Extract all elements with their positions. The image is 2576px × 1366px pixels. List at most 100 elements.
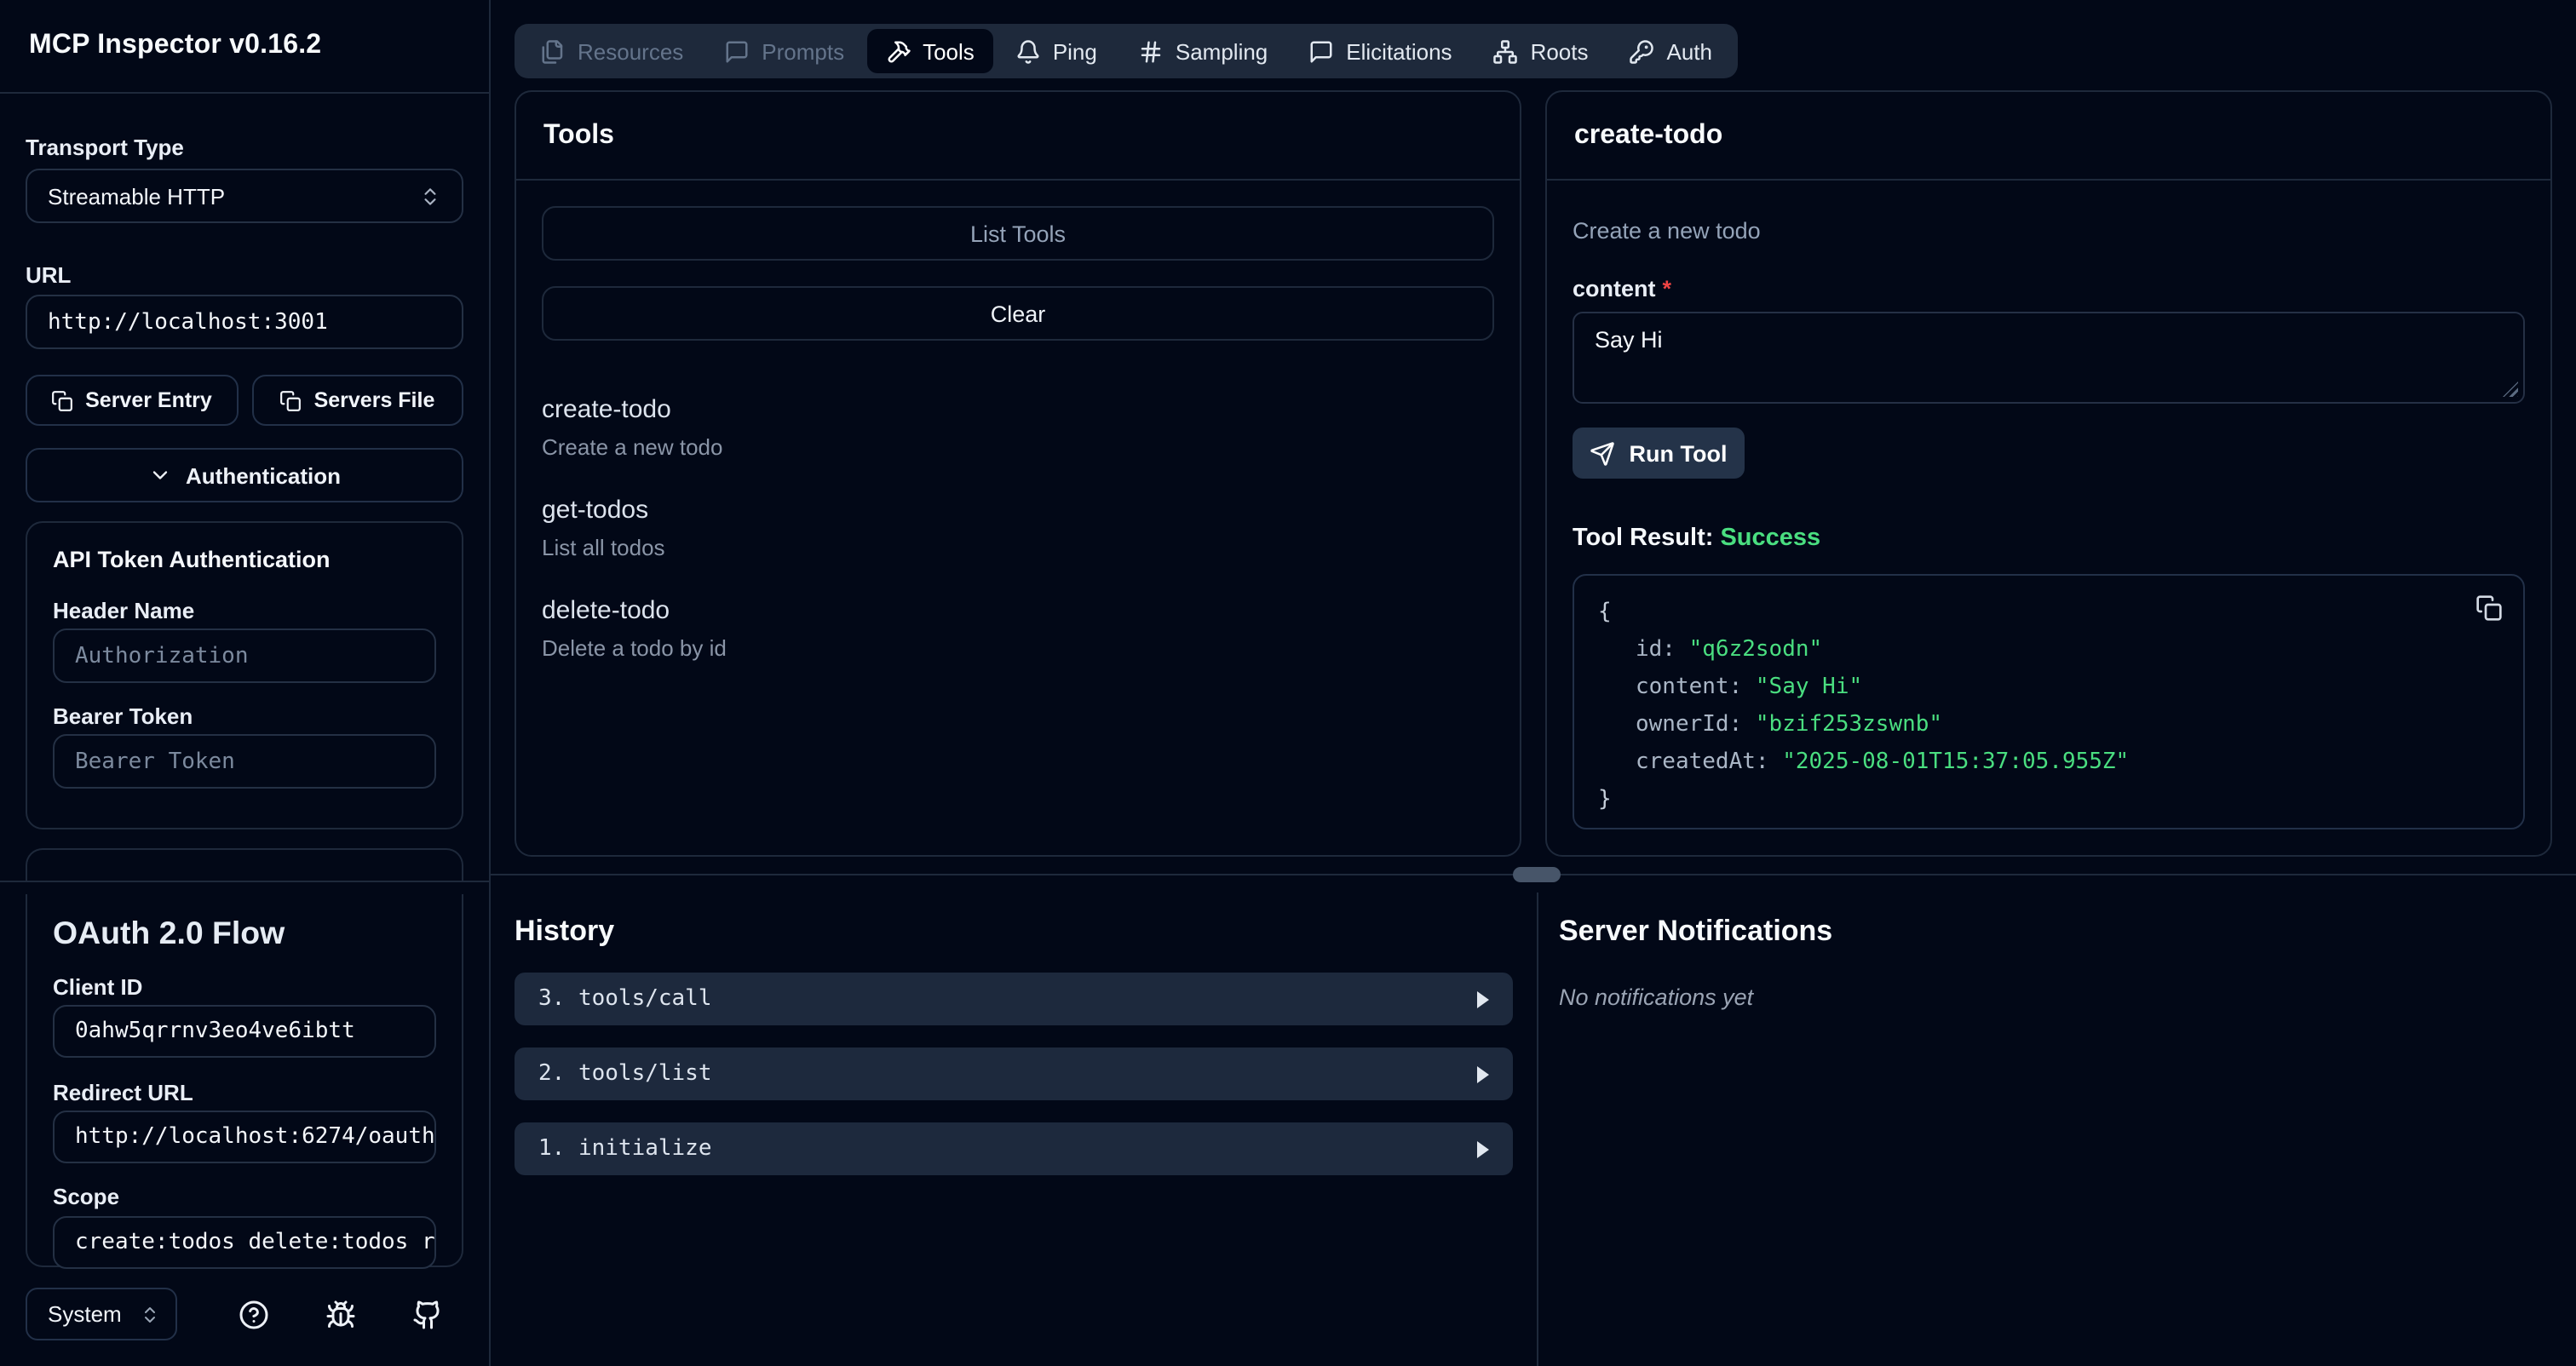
split-drag-handle[interactable] [1513, 867, 1561, 882]
mcp-inspector-app: MCP Inspector v0.16.2 Transport Type Str… [0, 0, 2576, 1366]
theme-select-value: System [48, 1301, 122, 1327]
json-value: "Say Hi" [1742, 674, 1862, 700]
send-icon [1590, 440, 1616, 466]
run-pane-title: create-todo [1547, 92, 2550, 181]
scope-input[interactable]: create:todos delete:todos re [53, 1216, 436, 1269]
transport-type-value: Streamable HTTP [48, 183, 225, 209]
tab-sampling[interactable]: Sampling [1119, 29, 1286, 73]
tool-result-label: Tool Result: Success [1573, 525, 2525, 552]
expand-caret-icon [1477, 1065, 1489, 1082]
tool-name: create-todo [542, 395, 1494, 424]
bell-icon [1015, 38, 1041, 64]
history-row-label: 3. tools/call [538, 986, 712, 1012]
header-name-placeholder: Authorization [75, 643, 249, 669]
tool-list-item[interactable]: get-todos List all todos [542, 496, 1494, 560]
list-tools-button[interactable]: List Tools [542, 206, 1494, 261]
message-square-icon [724, 38, 750, 64]
tab-elicitations[interactable]: Elicitations [1290, 29, 1470, 73]
theme-select[interactable]: System [26, 1288, 177, 1340]
sidebar: MCP Inspector v0.16.2 Transport Type Str… [0, 0, 491, 1366]
tab-label: Elicitations [1346, 38, 1452, 64]
resize-handle[interactable] [2503, 382, 2518, 397]
hammer-icon [885, 38, 911, 64]
history-row-label: 1. initialize [538, 1136, 712, 1162]
servers-file-label: Servers File [314, 388, 435, 412]
history-row-label: 2. tools/list [538, 1061, 712, 1087]
tab-label: Tools [923, 38, 975, 64]
bug-icon[interactable] [325, 1299, 356, 1329]
tab-tools[interactable]: Tools [866, 29, 993, 73]
url-value: http://localhost:3001 [48, 309, 328, 335]
clear-button[interactable]: Clear [542, 286, 1494, 341]
server-entry-button[interactable]: Server Entry [26, 375, 238, 426]
tools-pane-body: List Tools Clear create-todo Create a ne… [516, 181, 1520, 855]
help-icon[interactable] [239, 1299, 269, 1329]
oauth-flow-card: OAuth 2.0 Flow Client ID 0ahw5qrrnv3eo4v… [26, 894, 463, 1267]
content-value: Say Hi [1595, 327, 1663, 353]
hash-icon [1138, 38, 1164, 64]
transport-type-select[interactable]: Streamable HTTP [26, 169, 463, 223]
tab-auth[interactable]: Auth [1611, 29, 1732, 73]
tab-label: Auth [1667, 38, 1713, 64]
tab-roots[interactable]: Roots [1475, 29, 1607, 73]
history-row[interactable]: 3. tools/call [515, 973, 1513, 1025]
tool-result-json: { id: "q6z2sodn" content: "Say Hi" owner… [1573, 574, 2525, 829]
tab-resources[interactable]: Resources [521, 29, 702, 73]
oauth-flow-title: OAuth 2.0 Flow [53, 915, 436, 952]
content-textarea[interactable]: Say Hi [1573, 312, 2525, 404]
sidebar-scroll-area[interactable]: Transport Type Streamable HTTP URL http:… [0, 94, 489, 882]
expand-caret-icon [1477, 990, 1489, 1007]
servers-file-button[interactable]: Servers File [251, 375, 463, 426]
tool-list-item[interactable]: create-todo Create a new todo [542, 395, 1494, 460]
tab-label: Prompts [762, 38, 844, 64]
authentication-toggle[interactable]: Authentication [26, 448, 463, 502]
api-token-auth-title: API Token Authentication [53, 547, 436, 572]
result-status: Success [1720, 525, 1820, 552]
history-row[interactable]: 1. initialize [515, 1122, 1513, 1175]
history-title: History [515, 915, 1513, 949]
required-asterisk: * [1663, 276, 1672, 301]
chevron-down-icon [148, 463, 172, 487]
json-field: id: "q6z2sodn" [1598, 632, 2499, 669]
redirect-url-input[interactable]: http://localhost:6274/oauth/ [53, 1111, 436, 1163]
json-close-brace: } [1598, 782, 2499, 819]
header-name-input[interactable]: Authorization [53, 628, 436, 683]
param-label-text: content [1573, 276, 1656, 301]
sidebar-bottom-section: OAuth 2.0 Flow Client ID 0ahw5qrrnv3eo4v… [0, 882, 489, 1366]
client-id-input[interactable]: 0ahw5qrrnv3eo4ve6ibtt [53, 1005, 436, 1058]
json-key: id: [1636, 637, 1676, 663]
key-icon [1630, 38, 1655, 64]
tool-list-item[interactable]: delete-todo Delete a todo by id [542, 596, 1494, 661]
run-tool-button[interactable]: Run Tool [1573, 428, 1745, 479]
horizontal-split-divider [491, 857, 2576, 892]
tab-ping[interactable]: Ping [997, 29, 1116, 73]
scope-value: create:todos delete:todos re [75, 1230, 436, 1255]
tab-label: Roots [1531, 38, 1589, 64]
json-field: ownerId: "bzif253zswnb" [1598, 707, 2499, 744]
tool-name: get-todos [542, 496, 1494, 525]
bearer-token-input[interactable]: Bearer Token [53, 734, 436, 789]
github-icon[interactable] [412, 1299, 443, 1329]
tab-prompts[interactable]: Prompts [705, 29, 863, 73]
network-icon [1493, 38, 1519, 64]
copy-icon[interactable] [2475, 594, 2503, 622]
run-tool-label: Run Tool [1630, 440, 1728, 466]
bottom-panes: History 3. tools/call 2. tools/list 1. i… [491, 892, 2576, 1366]
json-value: "2025-08-01T15:37:05.955Z" [1769, 749, 2130, 775]
files-icon [540, 38, 566, 64]
message-square-icon [1308, 38, 1334, 64]
export-buttons-row: Server Entry Servers File [26, 375, 463, 426]
json-key: content: [1636, 674, 1742, 700]
redirect-url-label: Redirect URL [53, 1080, 436, 1105]
json-field: createdAt: "2025-08-01T15:37:05.955Z" [1598, 744, 2499, 782]
tools-pane-title: Tools [516, 92, 1520, 181]
api-token-auth-card: API Token Authentication Header Name Aut… [26, 521, 463, 829]
url-input[interactable]: http://localhost:3001 [26, 295, 463, 349]
authentication-toggle-label: Authentication [186, 462, 341, 488]
app-title: MCP Inspector v0.16.2 [29, 31, 321, 61]
history-row[interactable]: 2. tools/list [515, 1047, 1513, 1100]
tool-description: List all todos [542, 535, 1494, 560]
bearer-token-placeholder: Bearer Token [75, 749, 235, 774]
tab-label: Resources [578, 38, 683, 64]
main-area: Resources Prompts Tools Ping Sampling [491, 0, 2576, 1366]
